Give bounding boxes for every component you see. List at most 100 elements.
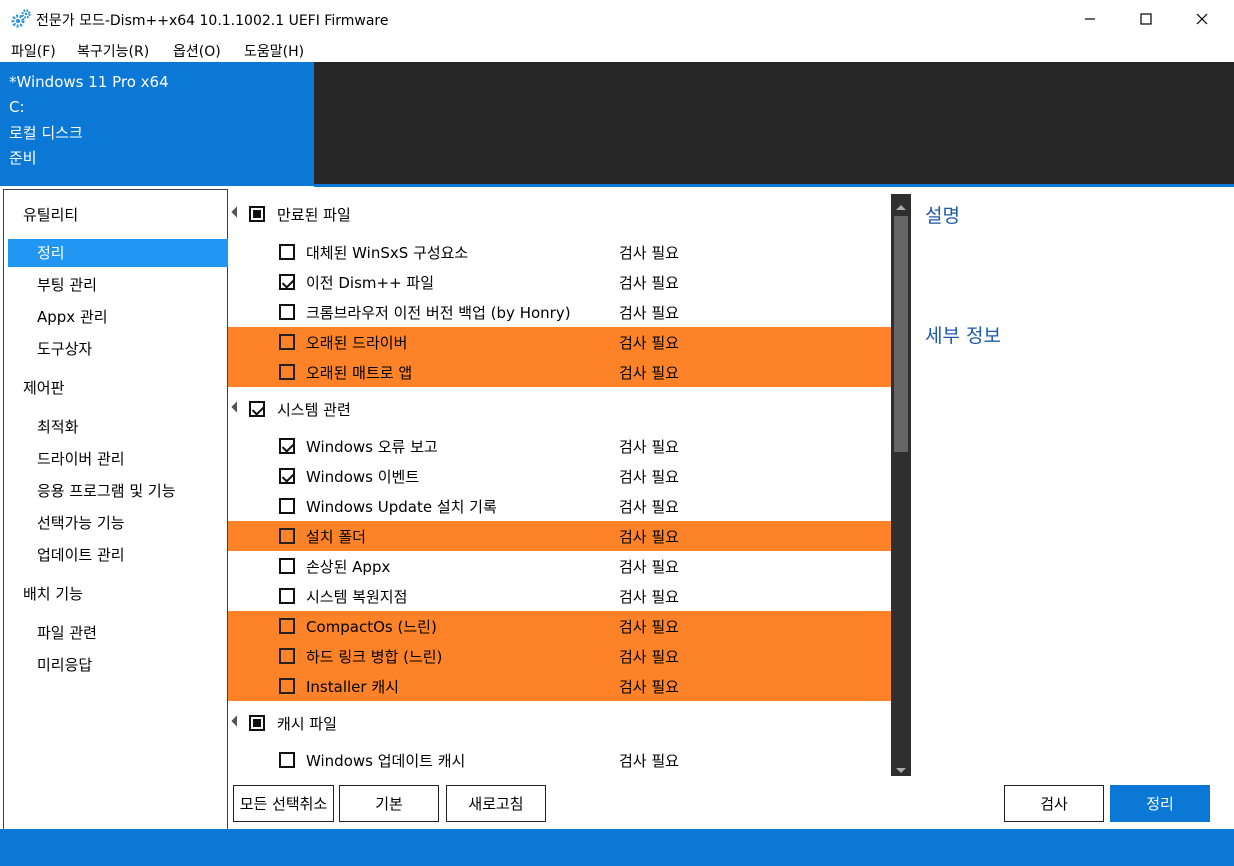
cleanup-item-row[interactable]: Windows 오류 보고 검사 필요 [228, 431, 891, 461]
os-name: *Windows 11 Pro x64 [9, 73, 169, 91]
sidebar-item-toolbox[interactable]: 도구상자 [4, 335, 257, 363]
item-label: 하드 링크 병합 (느린) [306, 648, 443, 666]
cleanup-item-row[interactable]: Installer 캐시 검사 필요 [228, 671, 891, 701]
sidebar-item-cleanup[interactable]: 정리 [8, 239, 253, 267]
status-bar [0, 829, 1234, 866]
item-label: 이전 Dism++ 파일 [306, 274, 435, 292]
sidebar-category-deploy[interactable]: 배치 기능 [4, 580, 243, 608]
group-header[interactable]: 시스템 관련 [228, 394, 891, 424]
sidebar-item-driver[interactable]: 드라이버 관리 [4, 445, 257, 473]
item-status: 검사 필요 [619, 468, 679, 486]
expand-arrow-icon[interactable] [231, 401, 243, 413]
item-label: 크롬브라우저 이전 버전 백업 (by Honry) [306, 304, 571, 322]
group-header[interactable]: 만료된 파일 [228, 199, 891, 229]
scrollbar-thumb[interactable] [894, 216, 908, 452]
minimize-button[interactable] [1062, 0, 1118, 38]
item-label: Windows 업데이트 캐시 [306, 752, 466, 770]
sidebar: 유틸리티 정리 부팅 관리 Appx 관리 도구상자 제어판 최적화 드라이버 … [3, 189, 253, 830]
menu-recovery[interactable]: 복구기능(R) [77, 41, 149, 61]
deselect-all-button[interactable]: 모든 선택취소 [233, 785, 334, 822]
item-checkbox[interactable] [279, 304, 295, 320]
sidebar-item-file-assoc[interactable]: 파일 관련 [4, 619, 257, 647]
item-checkbox[interactable] [279, 558, 295, 574]
expand-arrow-icon[interactable] [231, 206, 243, 218]
sidebar-item-programs[interactable]: 응용 프로그램 및 기능 [4, 477, 257, 505]
group-label: 시스템 관련 [277, 401, 351, 419]
item-label: Windows 오류 보고 [306, 438, 438, 456]
item-label: Windows Update 설치 기록 [306, 498, 497, 516]
group-checkbox[interactable] [249, 715, 265, 731]
image-info-panel[interactable]: *Windows 11 Pro x64 C: 로컬 디스크 준비 [0, 62, 314, 186]
refresh-button[interactable]: 새로고침 [446, 785, 546, 822]
cleanup-item-row[interactable]: 설치 폴더 검사 필요 [228, 521, 891, 551]
item-label: 오래된 매트로 앱 [306, 364, 413, 382]
cleanup-item-row[interactable]: CompactOs (느린) 검사 필요 [228, 611, 891, 641]
item-checkbox[interactable] [279, 588, 295, 604]
scan-button[interactable]: 검사 [1004, 785, 1104, 822]
close-icon [1196, 13, 1208, 25]
sidebar-item-boot[interactable]: 부팅 관리 [4, 271, 257, 299]
sidebar-category-control-panel[interactable]: 제어판 [4, 374, 243, 402]
item-status: 검사 필요 [619, 558, 679, 576]
cleanup-item-row[interactable]: Windows 이벤트 검사 필요 [228, 461, 891, 491]
item-checkbox[interactable] [279, 678, 295, 694]
cleanup-item-row[interactable]: 시스템 복원지점 검사 필요 [228, 581, 891, 611]
item-status: 검사 필요 [619, 588, 679, 606]
item-label: Windows 이벤트 [306, 468, 420, 486]
cleanup-item-row[interactable]: 하드 링크 병합 (느린) 검사 필요 [228, 641, 891, 671]
title-bar[interactable]: 전문가 모드-Dism++x64 10.1.1002.1 UEFI Firmwa… [0, 0, 1234, 38]
expand-arrow-icon[interactable] [231, 715, 243, 727]
item-checkbox[interactable] [279, 244, 295, 260]
maximize-button[interactable] [1118, 0, 1174, 38]
cleanup-item-row[interactable]: 이전 Dism++ 파일 검사 필요 [228, 267, 891, 297]
group-header[interactable]: 캐시 파일 [228, 708, 891, 738]
menu-help[interactable]: 도움말(H) [244, 41, 304, 61]
close-button[interactable] [1174, 0, 1230, 38]
item-label: CompactOs (느린) [306, 618, 437, 636]
item-checkbox[interactable] [279, 618, 295, 634]
disk-label: 로컬 디스크 [9, 124, 83, 142]
item-checkbox[interactable] [279, 468, 295, 484]
header-empty-area [314, 62, 1234, 186]
item-checkbox[interactable] [279, 334, 295, 350]
item-checkbox[interactable] [279, 752, 295, 768]
scroll-down-arrow-icon[interactable] [893, 762, 909, 780]
header-accent-line [314, 184, 1234, 187]
item-status: 검사 필요 [619, 498, 679, 516]
cleanup-item-row[interactable]: 오래된 매트로 앱 검사 필요 [228, 357, 891, 387]
menu-file[interactable]: 파일(F) [11, 41, 56, 61]
menu-bar: 파일(F) 복구기능(R) 옵션(O) 도움말(H) [0, 38, 1234, 62]
cleanup-item-row[interactable]: 대체된 WinSxS 구성요소 검사 필요 [228, 237, 891, 267]
default-button[interactable]: 기본 [339, 785, 439, 822]
item-status: 검사 필요 [619, 274, 679, 292]
cleanup-item-row[interactable]: 오래된 드라이버 검사 필요 [228, 327, 891, 357]
sidebar-item-appx[interactable]: Appx 관리 [4, 303, 257, 331]
sidebar-item-optional-features[interactable]: 선택가능 기능 [4, 509, 257, 537]
sidebar-item-answer-file[interactable]: 미리응답 [4, 651, 257, 679]
cleanup-item-row[interactable]: Windows 업데이트 캐시 검사 필요 [228, 745, 891, 775]
sidebar-item-update[interactable]: 업데이트 관리 [4, 541, 257, 569]
sidebar-item-optimize[interactable]: 최적화 [4, 413, 257, 441]
item-label: 손상된 Appx [306, 558, 391, 576]
menu-options[interactable]: 옵션(O) [173, 41, 221, 61]
window-title: 전문가 모드-Dism++x64 10.1.1002.1 UEFI Firmwa… [36, 13, 389, 29]
group-label: 캐시 파일 [277, 715, 337, 733]
group-checkbox[interactable] [249, 401, 265, 417]
item-checkbox[interactable] [279, 648, 295, 664]
cleanup-item-row[interactable]: Windows Update 설치 기록 검사 필요 [228, 491, 891, 521]
scroll-up-arrow-icon[interactable] [893, 198, 909, 216]
cleanup-item-row[interactable]: 크롬브라우저 이전 버전 백업 (by Honry) 검사 필요 [228, 297, 891, 327]
item-checkbox[interactable] [279, 274, 295, 290]
item-checkbox[interactable] [279, 528, 295, 544]
item-checkbox[interactable] [279, 498, 295, 514]
sidebar-category-utilities[interactable]: 유틸리티 [4, 201, 243, 229]
status-text: 준비 [9, 149, 37, 167]
clean-button[interactable]: 정리 [1110, 785, 1210, 822]
description-heading: 설명 [925, 205, 960, 227]
cleanup-item-row[interactable]: 손상된 Appx 검사 필요 [228, 551, 891, 581]
item-checkbox[interactable] [279, 364, 295, 380]
item-status: 검사 필요 [619, 334, 679, 352]
group-checkbox[interactable] [249, 206, 265, 222]
item-label: 오래된 드라이버 [306, 334, 408, 352]
item-checkbox[interactable] [279, 438, 295, 454]
